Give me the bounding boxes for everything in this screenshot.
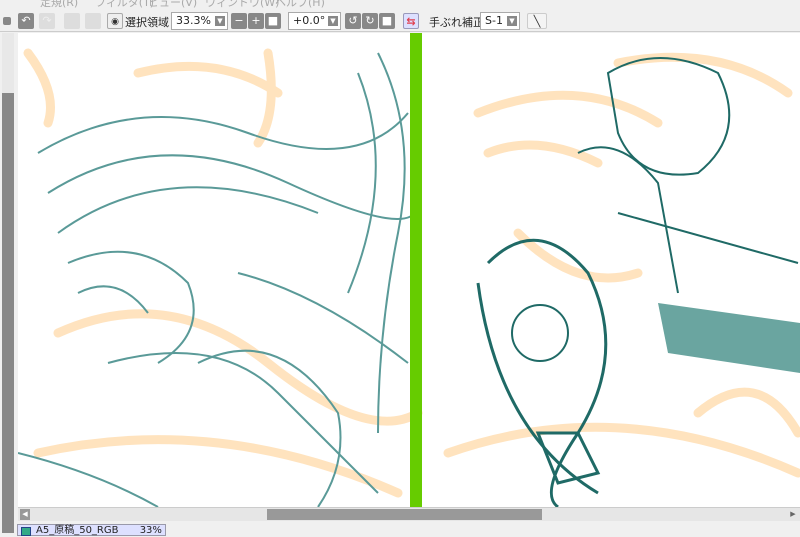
toolbar-button-disabled-1[interactable]: [64, 13, 80, 29]
undo-button[interactable]: ↶: [18, 13, 34, 29]
stabilizer-label: 手ぶれ補正: [429, 16, 484, 29]
menu-bar: 定規(R) フィルタ(T) ビュー(V) ウィンドウ(W) ヘルプ(H): [0, 0, 800, 10]
artwork: [18, 33, 800, 507]
menu-filter[interactable]: フィルタ(T): [95, 0, 154, 10]
menu-window[interactable]: ウィンドウ(W): [205, 0, 279, 10]
menu-ruler[interactable]: 定規(R): [40, 0, 78, 10]
rotation-select[interactable]: +0.0° ▼: [288, 12, 341, 30]
selection-area-label: 選択領域: [125, 16, 169, 29]
chevron-down-icon: ▼: [328, 16, 338, 26]
rotate-right-button[interactable]: ↻: [362, 13, 378, 29]
menu-help[interactable]: ヘルプ(H): [275, 0, 325, 10]
rotate-left-button[interactable]: ↺: [345, 13, 361, 29]
horizontal-scrollbar[interactable]: ◀ ▶: [18, 507, 800, 521]
toolbar-button-disabled-2[interactable]: [85, 13, 101, 29]
zoom-value: 33.3%: [176, 14, 211, 27]
stabilizer-select[interactable]: S-1 ▼: [480, 12, 520, 30]
redo-button[interactable]: ↷: [39, 13, 55, 29]
line-art-right: [476, 57, 799, 507]
scroll-left-arrow-icon[interactable]: ◀: [20, 509, 30, 520]
shaded-area: [658, 303, 800, 373]
stabilizer-value: S-1: [485, 14, 503, 27]
vertical-scroll-thumb[interactable]: [2, 93, 14, 533]
grip-icon: [3, 17, 11, 25]
rotate-reset-button[interactable]: ■: [379, 13, 395, 29]
flip-horizontal-button[interactable]: ⇆: [403, 13, 419, 29]
horizontal-scroll-thumb[interactable]: [267, 509, 542, 520]
canvas-toolbar: ↶ ↷ ◉ 選択領域 33.3% ▼ − + ■ +0.0° ▼ ↺ ↻ ■ ⇆ 手…: [0, 11, 800, 32]
divider-bar: [410, 33, 422, 507]
pen-line-button[interactable]: ╲: [527, 13, 547, 29]
eye-icon[interactable]: ◉: [107, 13, 123, 29]
document-tab-zoom: 33%: [139, 525, 162, 536]
vertical-scrollbar[interactable]: [2, 33, 14, 533]
chevron-down-icon: ▼: [215, 16, 225, 26]
drawing-canvas[interactable]: [18, 33, 800, 507]
chevron-down-icon: ▼: [507, 16, 517, 26]
zoom-fit-button[interactable]: ■: [265, 13, 281, 29]
zoom-select[interactable]: 33.3% ▼: [171, 12, 228, 30]
rotation-value: +0.0°: [293, 14, 326, 27]
menu-view[interactable]: ビュー(V): [148, 0, 197, 10]
zoom-in-button[interactable]: +: [248, 13, 264, 29]
zoom-out-button[interactable]: −: [231, 13, 247, 29]
document-icon: [21, 527, 31, 536]
scroll-right-arrow-icon[interactable]: ▶: [788, 509, 798, 520]
document-tab-label: A5_原稿_50_RGB: [36, 525, 119, 536]
document-tab[interactable]: A5_原稿_50_RGB 33%: [17, 524, 166, 536]
